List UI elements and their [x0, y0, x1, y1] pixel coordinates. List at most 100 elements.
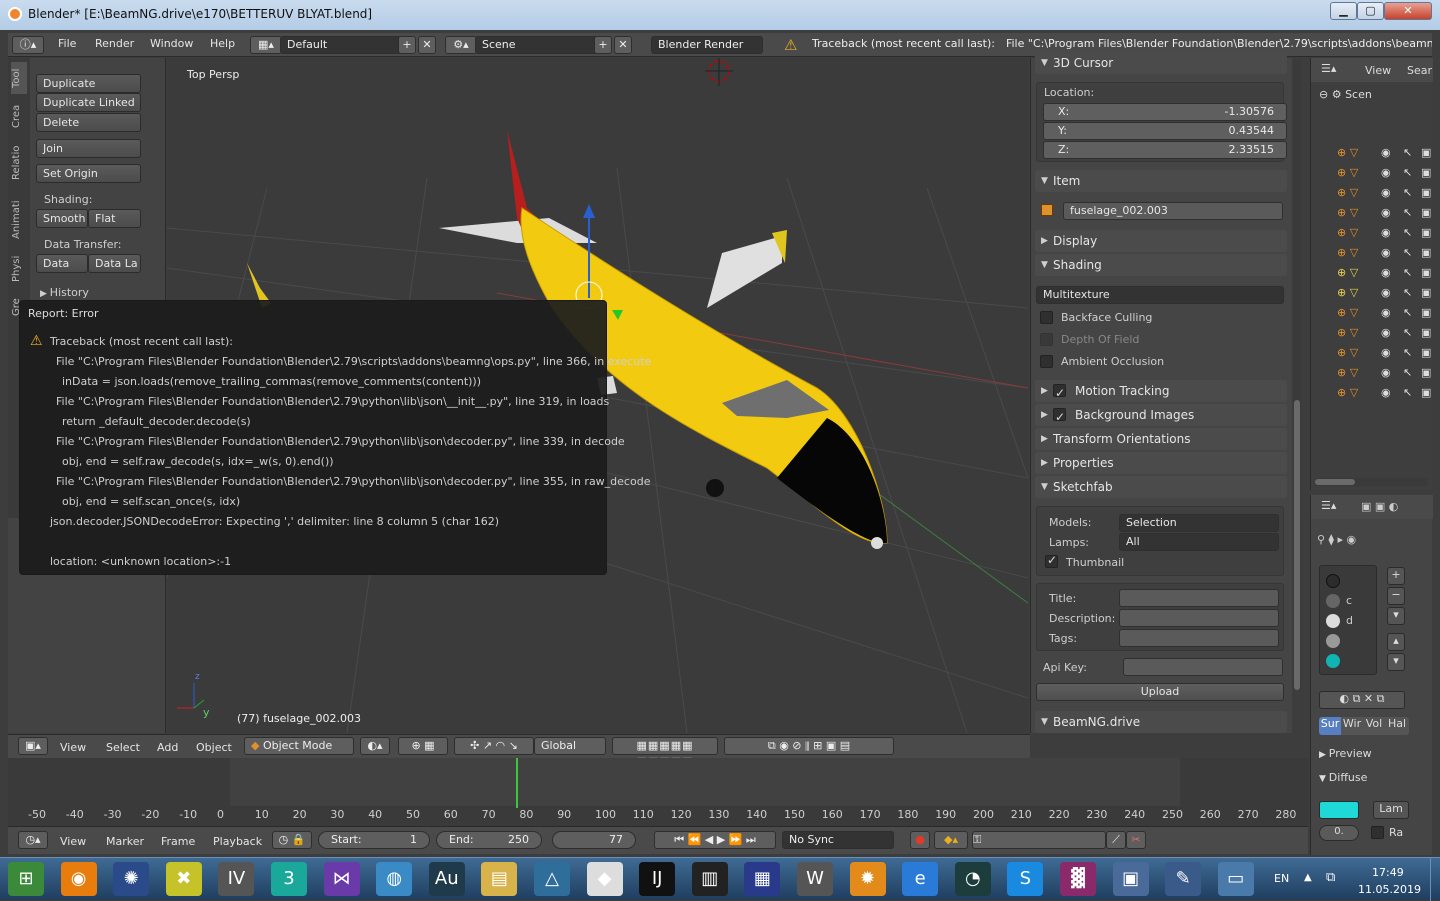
flat-button[interactable]: Flat [88, 209, 141, 228]
cursor-y-field[interactable]: Y: 0.43544 [1043, 122, 1287, 140]
show-desktop-button[interactable] [1430, 858, 1440, 901]
shading-mode-select[interactable]: Multitexture [1036, 286, 1284, 304]
scene-icon[interactable]: ⚙▴ [445, 36, 477, 54]
render-camera-icon[interactable]: ▣ [1421, 366, 1431, 379]
taskbar-app-app4-icon[interactable]: ✖ [165, 862, 202, 896]
selectable-cursor-icon[interactable]: ↖ [1403, 326, 1412, 339]
sketchfab-panel-header[interactable]: ▼ Sketchfab [1035, 476, 1287, 498]
editor-type-button[interactable]: ⓘ▴ [12, 36, 44, 54]
close-button[interactable]: ✕ [1384, 2, 1432, 20]
menu-select[interactable]: Select [106, 741, 140, 754]
menu-object[interactable]: Object [196, 741, 232, 754]
outliner-editor-icon[interactable]: ☰▴ [1321, 62, 1336, 75]
selectable-cursor-icon[interactable]: ↖ [1403, 166, 1412, 179]
taskbar-app-app3-icon[interactable]: ✺ [113, 862, 150, 896]
editor-type-icon[interactable]: ◷▴ [18, 831, 48, 849]
visibility-eye-icon[interactable]: ◉ [1381, 286, 1391, 299]
motion-tracking-panel-header[interactable]: ▶Motion Tracking [1035, 380, 1287, 404]
taskbar-app-app17-icon[interactable]: ✹ [849, 862, 886, 896]
error-report-popup[interactable]: Report: Error ⚠ Traceback (most recent c… [19, 300, 651, 575]
visibility-eye-icon[interactable]: ◉ [1381, 186, 1391, 199]
minimize-button[interactable]: ▁ [1330, 2, 1357, 20]
render-camera-icon[interactable]: ▣ [1421, 186, 1431, 199]
tags-field[interactable] [1119, 629, 1279, 647]
motion-tracking-checkbox[interactable] [1053, 382, 1066, 404]
join-button[interactable]: Join [36, 139, 141, 158]
taskbar-app-explorer-icon[interactable]: ▤ [481, 862, 518, 896]
selectable-cursor-icon[interactable]: ↖ [1403, 186, 1412, 199]
outliner-object-row[interactable]: ⊕ ▽ ◉ ↖ ▣ [1337, 206, 1431, 222]
render-camera-icon[interactable]: ▣ [1421, 246, 1431, 259]
render-camera-icon[interactable]: ▣ [1421, 206, 1431, 219]
render-camera-icon[interactable]: ▣ [1421, 386, 1431, 399]
tab-physics[interactable]: Physi [11, 250, 27, 288]
render-camera-icon[interactable]: ▣ [1421, 266, 1431, 279]
taskbar-app-app12-icon[interactable]: ◆ [586, 862, 623, 896]
render-camera-icon[interactable]: ▣ [1421, 226, 1431, 239]
menu-help[interactable]: Help [210, 37, 235, 50]
object-mode-select[interactable]: ◆ Object Mode [244, 737, 354, 755]
smooth-button[interactable]: Smooth [36, 209, 88, 228]
outliner-object-row[interactable]: ⊕ ▽ ◉ ↖ ▣ [1337, 146, 1431, 162]
outliner-object-row[interactable]: ⊕ ▽ ◉ ↖ ▣ [1337, 386, 1431, 402]
timeline-area[interactable]: -50 -40 -30 -20 -10 0 10 20 30 40 50 60 70 80 90 100 110… [8, 758, 1308, 826]
cursor-z-field[interactable]: Z: 2.33515 [1043, 141, 1287, 159]
visibility-eye-icon[interactable]: ◉ [1381, 246, 1391, 259]
render-engine-select[interactable]: Blender Render [651, 36, 763, 54]
visibility-eye-icon[interactable]: ◉ [1381, 146, 1391, 159]
taskbar-app-app19-icon[interactable]: ◔ [954, 862, 991, 896]
taskbar-app-app23-icon[interactable]: ✎ [1165, 862, 1202, 896]
taskbar-app-app24-icon[interactable]: ▭ [1217, 862, 1254, 896]
data-layout-button[interactable]: Data La [88, 254, 141, 273]
selectable-cursor-icon[interactable]: ↖ [1403, 346, 1412, 359]
outliner-object-row[interactable]: ⊕ ▽ ◉ ↖ ▣ [1337, 226, 1431, 242]
pivot-select[interactable]: ⊕ ▦ [398, 737, 448, 755]
slot-move-down-button[interactable]: ▾ [1387, 653, 1405, 671]
keying-set-button[interactable]: ◆▴ [934, 831, 968, 849]
outliner-search-menu[interactable]: Sear [1407, 64, 1432, 77]
selectable-cursor-icon[interactable]: ↖ [1403, 386, 1412, 399]
scene-tree-item[interactable]: ⊖ ⚙ Scen [1319, 88, 1372, 101]
editor-type-icon[interactable]: ☰▴ [1321, 499, 1336, 512]
scene-field[interactable]: Scene [475, 36, 599, 54]
taskbar-app-winrar-icon[interactable]: ▓ [1060, 862, 1096, 896]
outliner-object-row[interactable]: ⊕ ▽ ◉ ↖ ▣ [1337, 346, 1431, 362]
visibility-eye-icon[interactable]: ◉ [1381, 366, 1391, 379]
render-camera-icon[interactable]: ▣ [1421, 306, 1431, 319]
tray-arrow-icon[interactable]: ▲ [1304, 872, 1312, 883]
editor-type-icon[interactable]: ▣▴ [18, 737, 48, 755]
depth-of-field-checkbox[interactable] [1040, 333, 1053, 346]
menu-add[interactable]: Add [157, 741, 178, 754]
outliner-object-row[interactable]: ⊕ ▽ ◉ ↖ ▣ [1337, 186, 1431, 202]
slot-add-button[interactable]: + [1387, 567, 1405, 585]
object-name-field[interactable]: fuselage_002.003 [1063, 202, 1283, 220]
taskbar-app-ie-icon[interactable]: e [902, 862, 939, 896]
taskbar-app-intellij-icon[interactable]: IJ [639, 862, 676, 896]
delete-button[interactable]: Delete [36, 113, 141, 132]
remove-screen-button[interactable]: ✕ [418, 36, 436, 54]
preview-range-toggle[interactable]: ◷ 🔒 [272, 831, 312, 849]
title-field[interactable] [1119, 589, 1279, 607]
screen-layout-field[interactable]: Default [280, 36, 404, 54]
selectable-cursor-icon[interactable]: ↖ [1403, 246, 1412, 259]
playback-controls[interactable]: ⏮ ⏪ ◀ ▶ ⏩ ⏭ [654, 831, 776, 849]
render-camera-icon[interactable]: ▣ [1421, 346, 1431, 359]
current-frame-indicator[interactable] [516, 758, 519, 808]
menu-view[interactable]: View [60, 741, 86, 754]
visibility-eye-icon[interactable]: ◉ [1381, 346, 1391, 359]
record-button[interactable]: ● [910, 831, 930, 849]
diffuse-color-swatch[interactable] [1319, 801, 1359, 819]
taskbar-app-app14-icon[interactable]: ▥ [691, 862, 728, 896]
outliner-object-row[interactable]: ⊕ ▽ ◉ ↖ ▣ [1337, 366, 1431, 382]
render-camera-icon[interactable]: ▣ [1421, 326, 1431, 339]
remove-scene-button[interactable]: ✕ [614, 36, 632, 54]
visibility-eye-icon[interactable]: ◉ [1381, 326, 1391, 339]
render-camera-icon[interactable]: ▣ [1421, 286, 1431, 299]
selectable-cursor-icon[interactable]: ↖ [1403, 266, 1412, 279]
outliner-object-row[interactable]: ⊕ ▽ ◉ ↖ ▣ [1337, 326, 1431, 342]
taskbar-app-iv-icon[interactable]: IV [218, 862, 255, 896]
models-select[interactable]: Selection [1119, 514, 1279, 532]
insert-keyframe-button[interactable]: ⟋ [1106, 831, 1126, 849]
menu-view[interactable]: View [60, 835, 86, 848]
delete-keyframe-button[interactable]: ✂ [1126, 831, 1146, 849]
